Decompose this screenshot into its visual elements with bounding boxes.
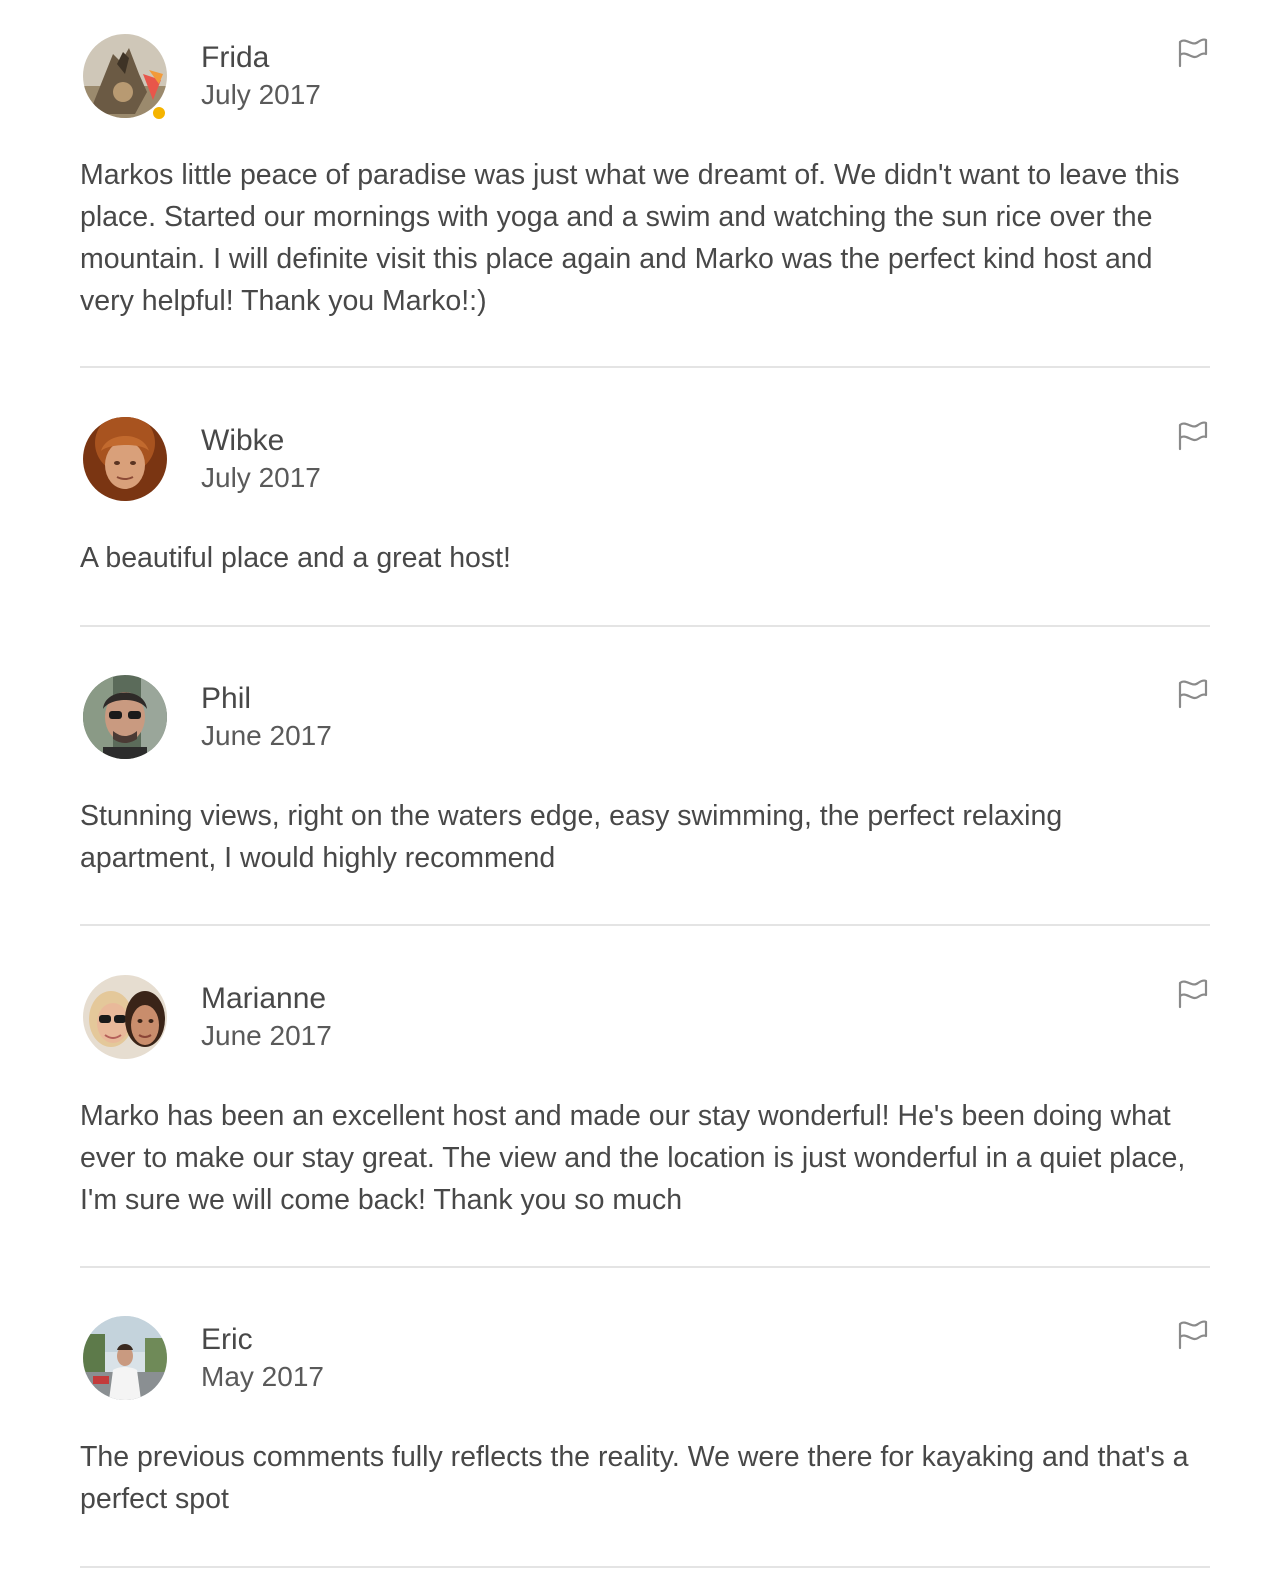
reviewer-name[interactable]: Wibke [201, 423, 284, 459]
divider [80, 1266, 1210, 1268]
divider [80, 924, 1210, 926]
avatar[interactable] [83, 417, 167, 501]
divider [80, 1566, 1210, 1568]
divider [80, 366, 1210, 368]
reviewer-name[interactable]: Eric [201, 1322, 253, 1358]
reviewer-name[interactable]: Frida [201, 40, 269, 76]
flag-icon[interactable] [1174, 34, 1210, 68]
flag-icon[interactable] [1174, 417, 1210, 451]
flag-icon[interactable] [1174, 975, 1210, 1009]
review-text: The previous comments fully reflects the… [80, 1441, 1189, 1515]
review-text: Stunning views, right on the waters edge… [80, 800, 1063, 874]
divider [80, 625, 1210, 627]
avatar[interactable] [83, 675, 167, 759]
flag-icon[interactable] [1174, 675, 1210, 709]
review-date: July 2017 [201, 462, 321, 493]
review-date: June 2017 [201, 1020, 332, 1051]
review-date: June 2017 [201, 720, 332, 751]
flag-icon[interactable] [1174, 1316, 1210, 1350]
avatar[interactable] [83, 1316, 167, 1400]
review-date: May 2017 [201, 1361, 324, 1392]
avatar[interactable] [83, 975, 167, 1059]
reviewer-name[interactable]: Marianne [201, 981, 326, 1017]
superhost-badge [151, 105, 167, 121]
review-text: A beautiful place and a great host! [80, 542, 511, 574]
review-date: July 2017 [201, 79, 321, 110]
review-text: Marko has been an excellent host and mad… [80, 1100, 1186, 1216]
review-text: Markos little peace of paradise was just… [80, 159, 1180, 317]
reviewer-name[interactable]: Phil [201, 681, 251, 717]
